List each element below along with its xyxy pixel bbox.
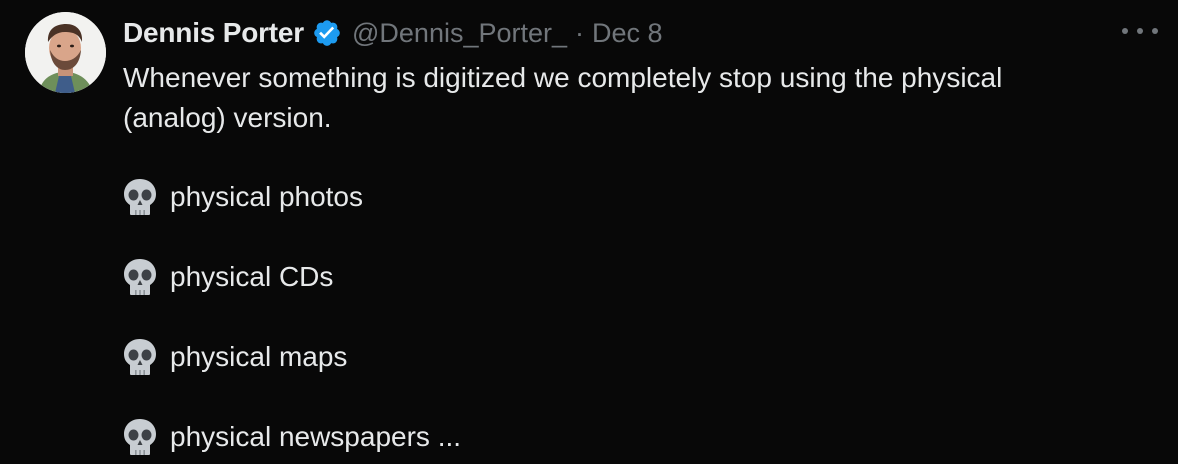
avatar-image: [25, 12, 106, 93]
skull-icon: [123, 258, 157, 296]
more-options-icon[interactable]: [1122, 20, 1158, 42]
tweet-date[interactable]: Dec 8: [592, 18, 663, 49]
author-handle[interactable]: @Dennis_Porter_: [352, 18, 567, 49]
tweet-text-line: (analog) version.: [123, 102, 332, 133]
list-item-label: physical newspapers ...: [170, 421, 462, 452]
verified-badge-icon[interactable]: [312, 18, 342, 48]
list-item: physical photos: [123, 177, 363, 217]
author-display-name[interactable]: Dennis Porter: [123, 17, 304, 49]
more-dot: [1122, 28, 1128, 34]
list-item-label: physical photos: [170, 181, 364, 212]
more-dot: [1152, 28, 1158, 34]
list-item-label: physical CDs: [170, 261, 334, 292]
skull-icon: [123, 418, 157, 456]
tweet[interactable]: Dennis Porter @Dennis_Porter_ · Dec 8 Wh…: [0, 0, 1178, 464]
skull-icon: [123, 338, 157, 376]
avatar[interactable]: [25, 12, 106, 93]
list-item-label: physical maps: [170, 341, 348, 372]
tweet-header: Dennis Porter @Dennis_Porter_ · Dec 8: [123, 14, 663, 52]
header-separator: ·: [575, 17, 585, 48]
skull-icon: [123, 178, 157, 216]
more-dot: [1137, 28, 1143, 34]
tweet-text: Whenever something is digitized we compl…: [123, 58, 1143, 138]
list-item: physical CDs: [123, 257, 333, 297]
list-item: physical newspapers ...: [123, 417, 461, 457]
tweet-text-line: Whenever something is digitized we compl…: [123, 62, 1003, 93]
list-item: physical maps: [123, 337, 347, 377]
